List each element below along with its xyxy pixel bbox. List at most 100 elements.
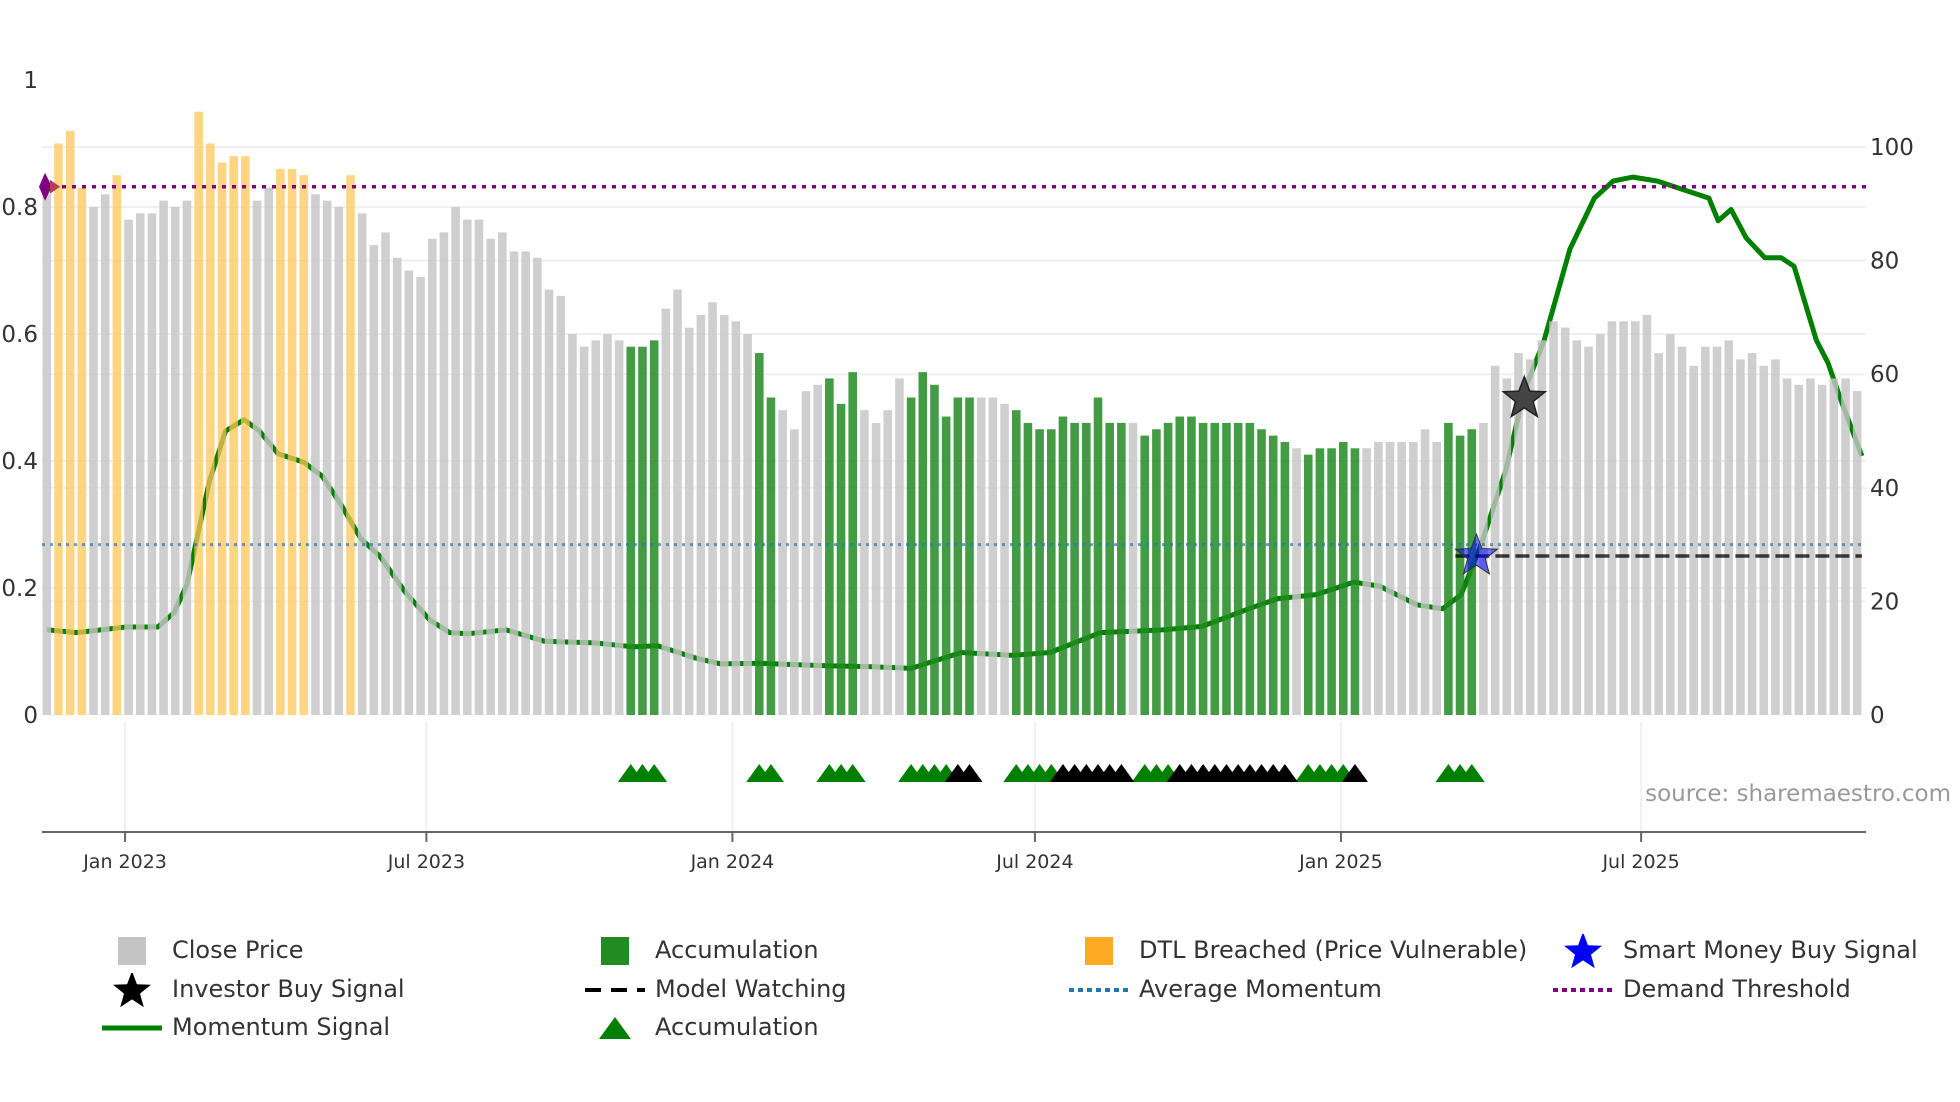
close-price-bar <box>1432 441 1442 715</box>
accumulation-bar <box>649 340 659 715</box>
close-price-bar <box>509 251 519 715</box>
accumulation-bar <box>638 346 647 715</box>
dtl-breached-bar <box>54 143 63 715</box>
x-axis-tick-label: Jan 2025 <box>1298 851 1383 873</box>
accumulation-bar <box>1467 429 1477 715</box>
dtl-breached-bar <box>65 130 75 716</box>
close-price-bar <box>1000 403 1009 715</box>
close-price-bar <box>1841 378 1850 715</box>
close-price-bar <box>1817 384 1827 715</box>
close-price-bar <box>1362 448 1371 715</box>
close-price-bar <box>1736 359 1745 715</box>
close-price-bar <box>147 213 157 715</box>
close-price-bar <box>1747 353 1757 715</box>
green-triangle-icon <box>585 1011 645 1045</box>
accumulation-bar <box>965 397 974 715</box>
legend-label: Average Momentum <box>1139 975 1382 1003</box>
accumulation-bar <box>1233 422 1243 715</box>
left-axis-tick-label: 0.2 <box>1 576 38 602</box>
accumulation-bar <box>1175 416 1185 715</box>
left-axis-tick-label: 1 <box>23 68 38 94</box>
close-price-bar <box>474 219 484 715</box>
close-price-bar <box>1584 346 1593 715</box>
legend-label: Smart Money Buy Signal <box>1623 936 1918 964</box>
close-price-bar <box>544 289 554 715</box>
close-price-bar <box>334 207 344 715</box>
accumulation-bar <box>766 397 776 715</box>
close-price-bar <box>1560 327 1570 715</box>
legend-label: Accumulation <box>655 936 819 964</box>
accumulation-bar <box>1070 422 1079 715</box>
close-price-bar <box>1128 422 1138 715</box>
accumulation-bar <box>1187 416 1196 715</box>
blue-dotted-line-icon <box>1069 973 1129 1007</box>
close-price-bar <box>498 232 507 715</box>
close-price-bar <box>1397 441 1406 715</box>
close-price-bar <box>264 187 274 715</box>
close-price-bar <box>813 384 822 715</box>
close-price-bar <box>568 334 577 715</box>
accumulation-bar <box>1315 448 1325 715</box>
close-price-bar <box>988 397 998 715</box>
right-axis-tick-label: 20 <box>1870 589 1899 615</box>
accumulation-bar <box>930 384 939 715</box>
close-price-bar <box>521 251 530 715</box>
accumulation-bar <box>1140 435 1150 715</box>
accumulation-bar <box>1105 422 1114 715</box>
dtl-breached-bar <box>206 143 215 715</box>
accumulation-bar <box>1035 429 1044 715</box>
gray-square-icon <box>102 934 162 968</box>
accumulation-bar <box>1082 422 1091 715</box>
right-axis-tick-label: 80 <box>1870 249 1899 275</box>
right-axis-tick-label: 0 <box>1870 703 1885 729</box>
close-price-bar <box>1852 391 1862 715</box>
close-price-bar <box>1724 340 1734 715</box>
close-price-bar <box>1689 365 1698 715</box>
close-price-bar <box>1630 321 1640 715</box>
close-price-bar <box>1572 340 1582 715</box>
dtl-breached-bar <box>217 162 227 716</box>
close-price-bar <box>182 200 192 715</box>
close-price-bar <box>416 276 425 715</box>
close-price-bar <box>708 302 717 715</box>
close-price-bar <box>1782 378 1792 715</box>
close-price-bar <box>1654 353 1663 715</box>
legend-label: Investor Buy Signal <box>172 975 405 1003</box>
source-label: source: sharemaestro.com <box>1645 781 1951 807</box>
x-axis-tick-label: Jul 2024 <box>995 851 1073 873</box>
close-price-bar <box>696 314 706 715</box>
right-axis-tick-label: 100 <box>1870 135 1914 161</box>
close-price-bar <box>486 238 495 715</box>
close-price-bar <box>731 321 741 715</box>
dtl-breached-bar <box>241 156 250 715</box>
accumulation-bar <box>1444 422 1453 715</box>
close-price-bar <box>1712 346 1722 715</box>
green-square-icon <box>585 934 645 968</box>
orange-square-icon <box>1069 934 1129 968</box>
green-line-icon <box>102 1011 162 1045</box>
accumulation-bar <box>1455 435 1465 715</box>
accumulation-bar <box>1117 422 1126 715</box>
close-price-bar <box>1420 429 1430 715</box>
close-price-bar <box>427 238 437 715</box>
legend-label: Close Price <box>172 936 304 964</box>
close-price-bar <box>1619 321 1628 715</box>
accumulation-bar <box>1257 429 1266 715</box>
close-price-bar <box>614 340 624 715</box>
left-axis-tick-label: 0.4 <box>1 449 38 475</box>
close-price-bar <box>1502 378 1512 715</box>
right-axis-tick-label: 60 <box>1870 362 1899 388</box>
left-axis-tick-label: 0.6 <box>1 322 38 348</box>
close-price-bar <box>1549 321 1558 715</box>
close-price-bar <box>1701 346 1710 715</box>
legend-label: DTL Breached (Price Vulnerable) <box>1139 936 1528 964</box>
accumulation-bar <box>1280 441 1290 715</box>
accumulation-bar <box>754 353 764 715</box>
close-price-bar <box>1642 314 1652 715</box>
blue-star-icon <box>1553 934 1613 968</box>
dtl-breached-bar <box>287 168 297 715</box>
close-price-bar <box>1666 334 1675 715</box>
dtl-breached-bar <box>229 156 238 715</box>
close-price-bar <box>1607 321 1617 715</box>
close-price-bar <box>790 429 799 715</box>
